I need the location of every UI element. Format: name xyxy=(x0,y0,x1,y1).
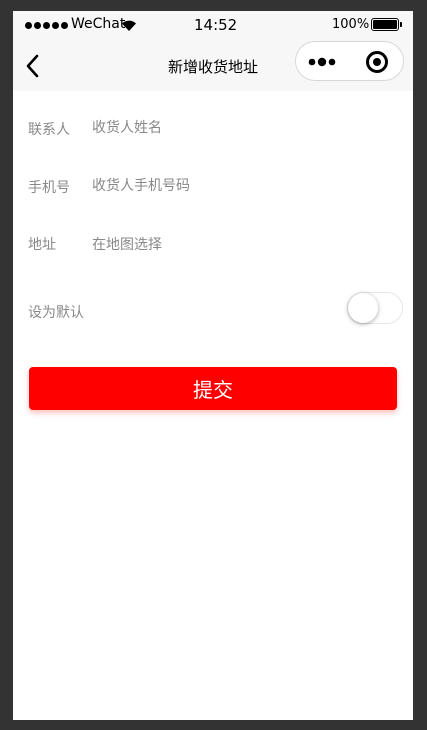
signal-strength-icon xyxy=(25,22,68,29)
default-label: 设为默认 xyxy=(28,305,84,321)
wifi-icon xyxy=(122,20,136,31)
switch-knob xyxy=(348,293,378,323)
more-dots-icon[interactable] xyxy=(308,52,340,72)
phone-screen: WeChat 14:52 100% 新增收货地址 联系人 手机号 xyxy=(13,11,413,720)
map-select-link[interactable]: 在地图选择 xyxy=(92,234,162,254)
battery-percent: 100% xyxy=(332,17,370,32)
mini-program-capsule xyxy=(295,41,404,81)
navigation-bar: 新增收货地址 xyxy=(13,41,413,91)
status-time: 14:52 xyxy=(194,16,238,34)
phone-label: 手机号 xyxy=(28,180,70,196)
contact-row: 联系人 xyxy=(13,108,413,148)
target-close-icon[interactable] xyxy=(366,51,388,73)
default-row: 设为默认 xyxy=(13,291,413,331)
status-bar: WeChat 14:52 100% xyxy=(13,11,413,41)
contact-label: 联系人 xyxy=(28,122,70,138)
contact-name-input[interactable] xyxy=(92,113,392,143)
default-switch[interactable] xyxy=(347,292,403,324)
address-row[interactable]: 地址 在地图选择 xyxy=(13,223,413,263)
phone-row: 手机号 xyxy=(13,166,413,206)
battery-level-fill xyxy=(373,20,397,29)
battery-icon xyxy=(371,18,402,31)
carrier-name: WeChat xyxy=(71,16,126,32)
address-label: 地址 xyxy=(28,237,56,253)
phone-number-input[interactable] xyxy=(92,171,392,201)
submit-button[interactable]: 提交 xyxy=(29,367,397,410)
